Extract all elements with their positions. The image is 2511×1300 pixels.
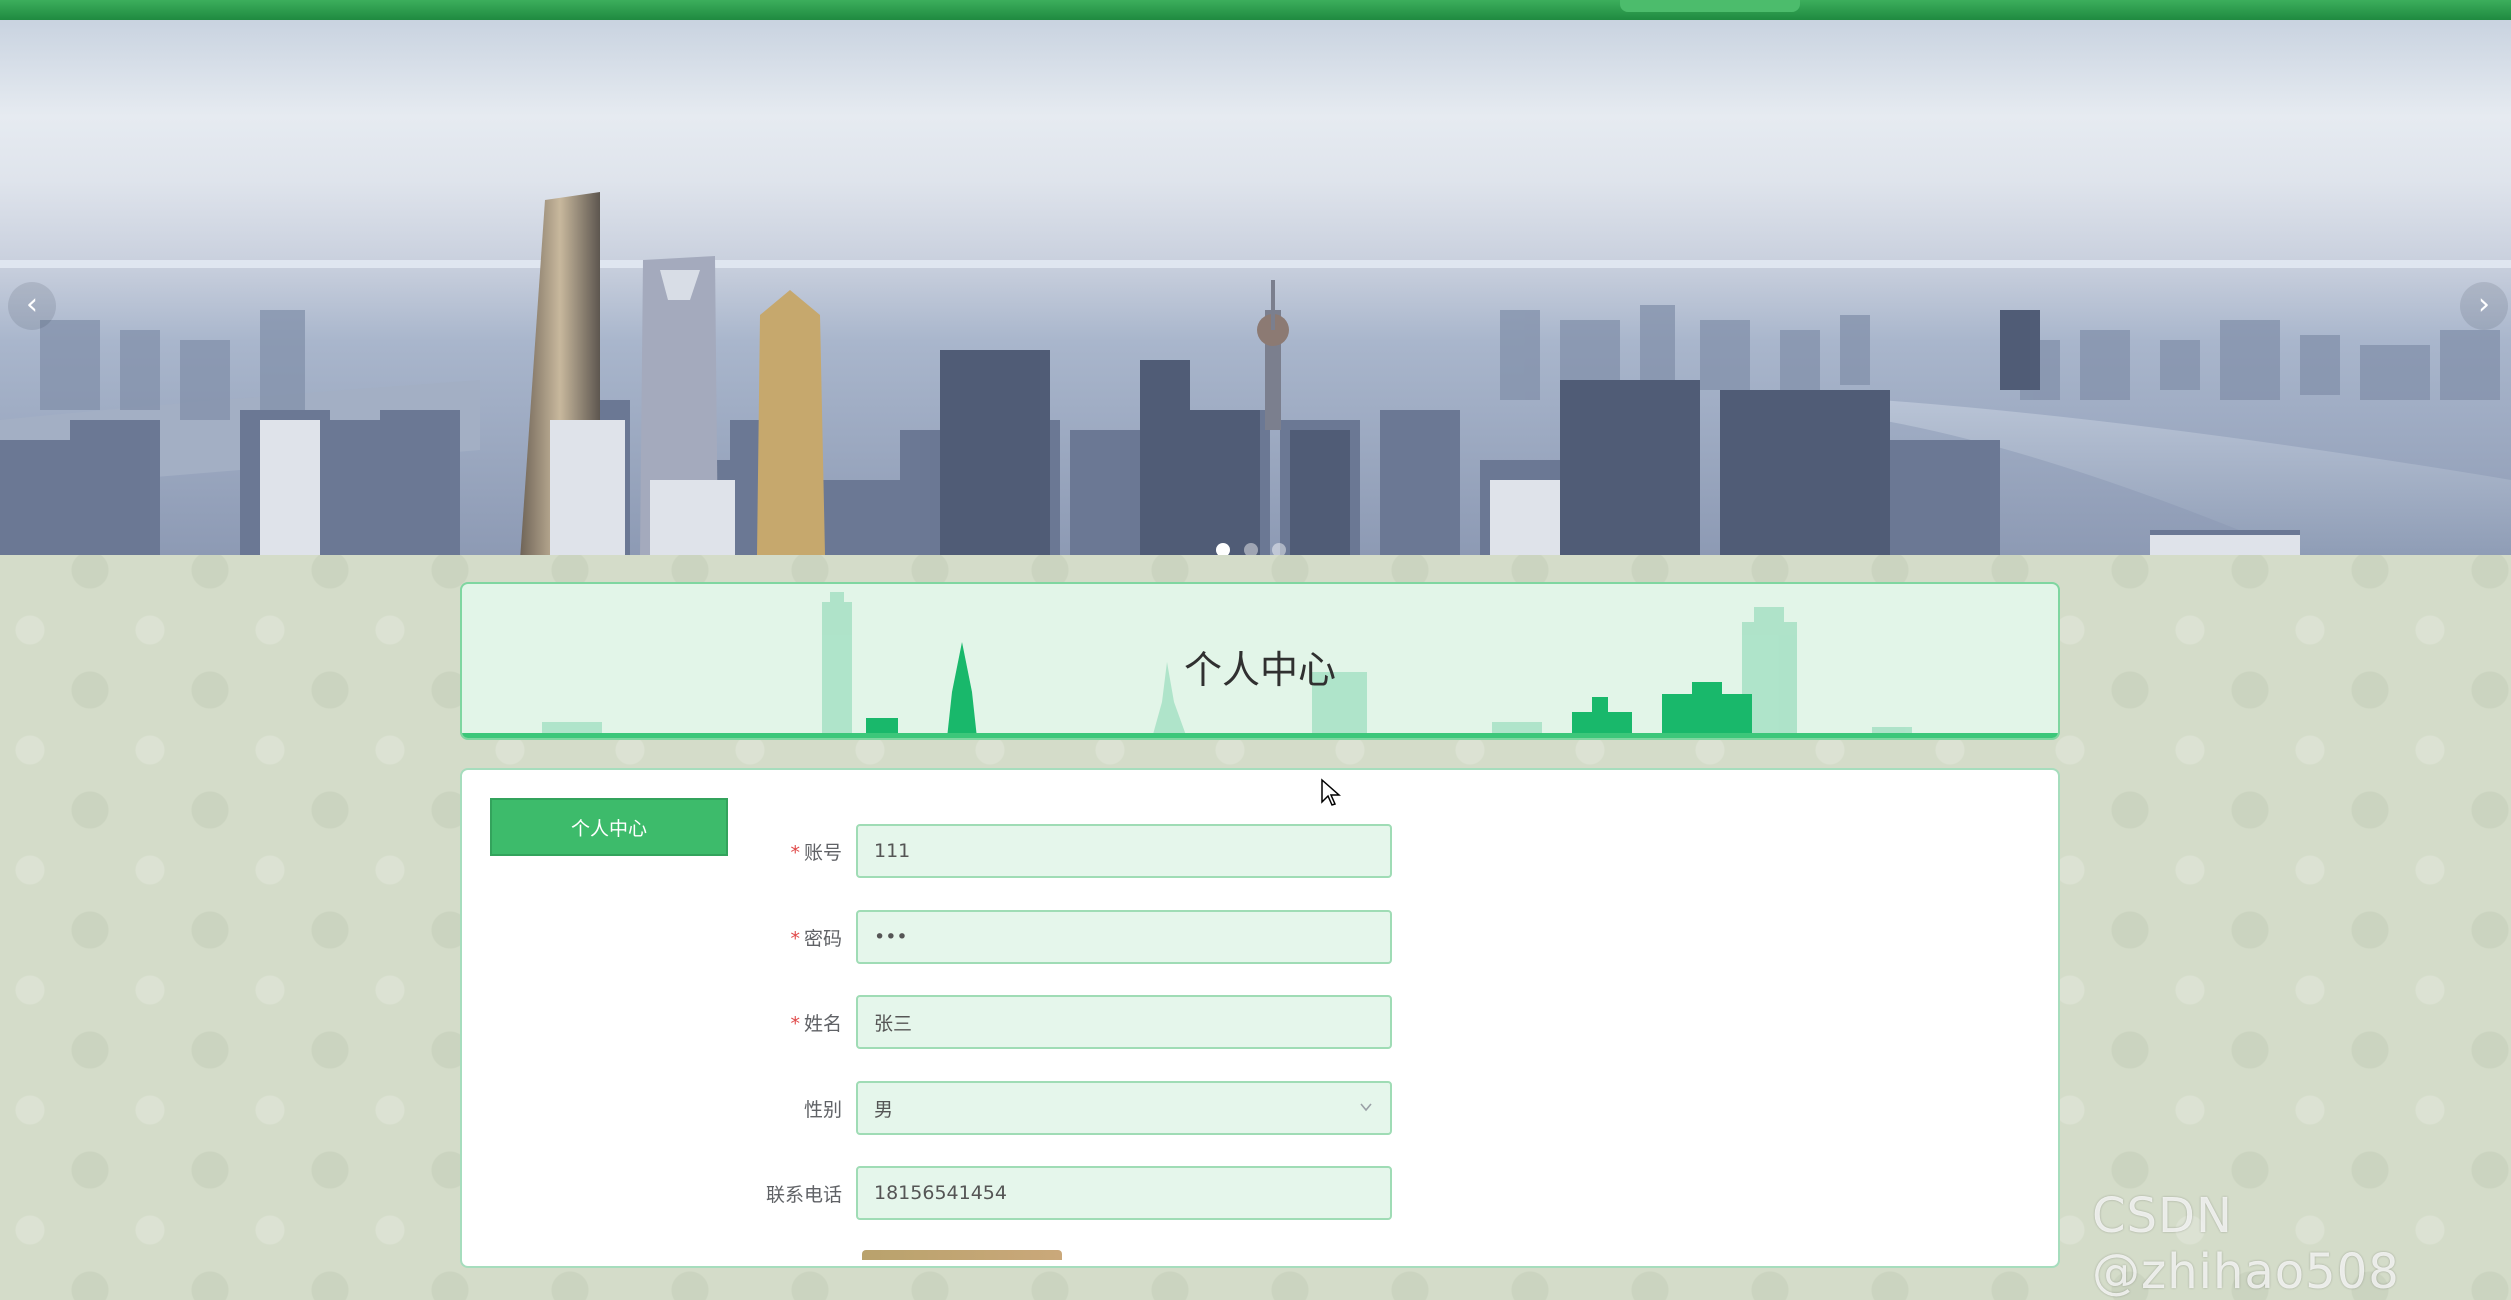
name-label: * 姓名: [742, 1009, 856, 1036]
password-label: * 密码: [742, 924, 856, 951]
carousel-next-button[interactable]: ›: [2460, 282, 2508, 330]
carousel-prev-button[interactable]: ‹: [8, 282, 56, 330]
top-bar: [0, 0, 2511, 20]
city-skyline-image: [0, 192, 2511, 555]
required-mark: *: [790, 1012, 800, 1035]
title-baseline: [462, 733, 2058, 738]
password-label-text: 密码: [803, 927, 842, 950]
content-panel: 个人中心 * 账号 111 * 密码 ••• * 姓名 张三 性别 男 联系电话 18…: [460, 768, 2060, 1268]
form-row-password: * 密码 •••: [742, 910, 1392, 964]
name-field[interactable]: 张三: [856, 995, 1392, 1049]
carousel-dot[interactable]: [1244, 543, 1258, 555]
chevron-down-icon: [1360, 1103, 1372, 1112]
phone-value: 18156541454: [874, 1182, 1007, 1204]
form-row-phone: 联系电话 18156541454: [742, 1166, 1392, 1220]
page-title: 个人中心: [1183, 648, 1336, 692]
carousel-dot[interactable]: [1216, 543, 1230, 555]
personal-center-menu-button[interactable]: 个人中心: [490, 798, 728, 856]
account-label-text: 账号: [803, 841, 842, 864]
phone-label-text: 联系电话: [765, 1183, 842, 1206]
password-field[interactable]: •••: [856, 910, 1392, 964]
form-row-account: * 账号 111: [742, 824, 1392, 878]
required-mark: *: [790, 841, 800, 864]
form-row-name: * 姓名 张三: [742, 995, 1392, 1049]
form-row-gender: 性别 男: [742, 1081, 1392, 1135]
watermark: CSDN @zhihao508: [2092, 1188, 2400, 1300]
gender-label: 性别: [742, 1095, 856, 1122]
hero-carousel: ‹ ›: [0, 20, 2511, 555]
required-mark: *: [790, 927, 800, 950]
gender-value: 男: [874, 1098, 894, 1121]
phone-label: 联系电话: [742, 1180, 856, 1207]
top-bar-tab[interactable]: [1620, 0, 1800, 12]
account-field[interactable]: 111: [856, 824, 1392, 878]
account-label: * 账号: [742, 838, 856, 865]
carousel-indicators: [1216, 543, 1286, 555]
name-value: 张三: [874, 1012, 913, 1035]
title-panel: 个人中心: [460, 582, 2060, 740]
phone-field[interactable]: 18156541454: [856, 1166, 1392, 1220]
mouse-cursor-icon: [1321, 778, 1341, 806]
password-value: •••: [874, 926, 908, 948]
account-value: 111: [874, 840, 911, 862]
carousel-dot[interactable]: [1272, 543, 1286, 555]
gender-label-text: 性别: [803, 1098, 842, 1121]
name-label-text: 姓名: [803, 1012, 842, 1035]
gender-select[interactable]: 男: [856, 1081, 1392, 1135]
